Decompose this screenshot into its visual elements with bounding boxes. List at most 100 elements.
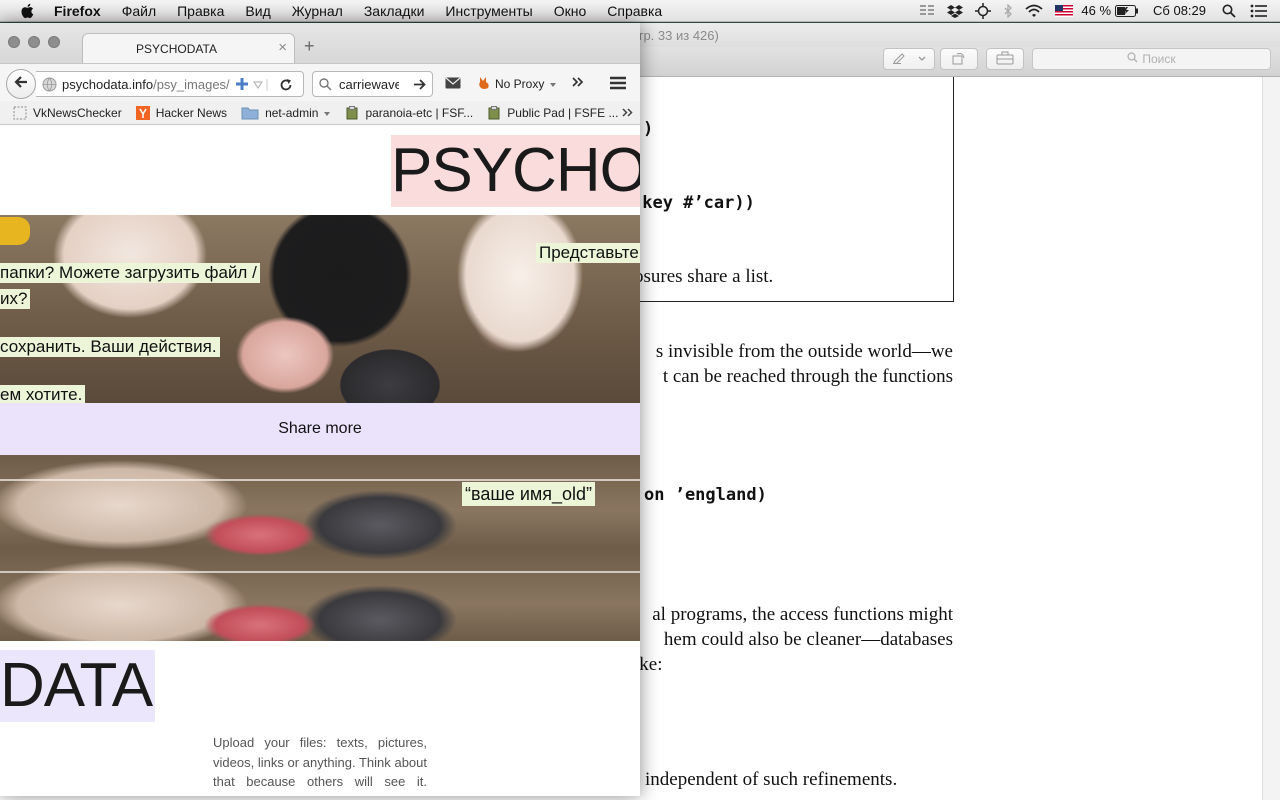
close-window-button[interactable] xyxy=(8,36,20,48)
plus-cross-icon[interactable] xyxy=(235,77,249,91)
menu-view[interactable]: Вид xyxy=(245,0,270,22)
dropbox-icon[interactable] xyxy=(947,0,964,22)
navigation-toolbar: psychodata.info/psy_images/sh carrie xyxy=(0,63,640,101)
zoom-window-button[interactable] xyxy=(48,36,60,48)
url-path: /psy_images/sh xyxy=(153,76,230,92)
menu-app-firefox[interactable]: Firefox xyxy=(54,0,101,22)
overlay-caption[interactable]: сохранить. Ваши действия. xyxy=(0,337,220,357)
stacked-bars-icon[interactable] xyxy=(919,0,935,22)
clipboard-icon xyxy=(487,105,501,120)
logo-psycho[interactable]: PSYCHO xyxy=(391,135,640,207)
bookmark-label: net-admin xyxy=(265,105,319,120)
overlay-caption[interactable]: Представьте xyxy=(536,243,640,263)
bookmark-hacker-news[interactable]: Hacker News xyxy=(135,105,227,120)
pdf-code-line: :key #’car)) xyxy=(632,193,755,213)
bookmark-folder-net-admin[interactable]: net-admin xyxy=(241,106,331,120)
pdf-text-line: independent of such refinements. xyxy=(645,769,898,790)
reload-icon[interactable] xyxy=(279,78,293,92)
rotate-button[interactable] xyxy=(940,48,978,70)
bookmark-star-icon[interactable] xyxy=(266,78,276,92)
menu-bookmarks[interactable]: Закладки xyxy=(364,0,425,22)
menu-edit[interactable]: Правка xyxy=(177,0,224,22)
globe-icon[interactable] xyxy=(42,77,57,92)
search-icon xyxy=(319,78,332,91)
minimize-window-button[interactable] xyxy=(28,36,40,48)
move-cross-icon[interactable] xyxy=(975,0,992,22)
bookmark-paranoia-etc[interactable]: paranoia-etc | FSF... xyxy=(345,105,474,120)
battery-charging-icon[interactable] xyxy=(1115,0,1139,22)
back-arrow-icon xyxy=(14,75,28,94)
web-search-field[interactable]: carriewave va xyxy=(312,71,433,97)
toolbox-icon xyxy=(996,51,1014,68)
bluetooth-icon[interactable] xyxy=(1003,0,1013,22)
overlay-caption[interactable]: ем хотите. xyxy=(0,385,86,403)
bookmarks-overflow-chevron-icon[interactable] xyxy=(621,106,634,122)
pdf-text-line: s invisible from the outside world—we xyxy=(655,341,953,362)
overlay-caption[interactable]: папки? Можете загрузить файл / xyxy=(0,263,260,283)
menubar-clock[interactable]: Сб 08:29 xyxy=(1153,0,1206,22)
kitten-and-cow-photo: “ваше имя_old” xyxy=(0,455,640,641)
tab-psychodata[interactable]: PSYCHODATA × xyxy=(82,33,295,64)
pen-icon xyxy=(892,52,908,67)
dropdown-triangle-icon[interactable] xyxy=(253,81,263,89)
menu-tools[interactable]: Инструменты xyxy=(445,0,532,22)
overlay-caption[interactable]: их? xyxy=(0,289,31,309)
menu-file[interactable]: Файл xyxy=(122,0,156,22)
go-arrow-icon[interactable] xyxy=(413,78,426,91)
bookmark-label: paranoia-etc | FSF... xyxy=(365,105,474,120)
wifi-icon[interactable] xyxy=(1025,0,1043,22)
bookmark-label: Public Pad | FSFE ... xyxy=(507,105,619,120)
chevron-down-icon xyxy=(323,106,331,120)
photo-divider xyxy=(0,571,640,573)
tab-close-icon[interactable]: × xyxy=(278,39,287,56)
share-more-button[interactable]: Share more xyxy=(0,403,640,455)
y-combinator-icon xyxy=(135,105,150,120)
cows-and-kitten-photo: Представьте папки? Можете загрузить файл… xyxy=(0,215,640,403)
pdf-text-line: al programs, the access functions might xyxy=(652,604,953,625)
bookmark-public-pad[interactable]: Public Pad | FSFE ... xyxy=(487,105,619,120)
dashed-page-icon xyxy=(13,106,27,120)
url-host: psychodata.info xyxy=(62,76,154,92)
quote-caption[interactable]: “ваше имя_old” xyxy=(462,482,596,506)
overflow-chevron-icon[interactable] xyxy=(571,75,585,89)
bookmarks-toolbar: VkNewsChecker Hacker News net-admin para… xyxy=(0,101,640,125)
url-bar[interactable]: psychodata.info/psy_images/sh xyxy=(36,71,304,97)
annotate-button[interactable] xyxy=(883,48,935,70)
search-value: carriewave va xyxy=(339,76,399,92)
tab-title: PSYCHODATA xyxy=(136,42,217,56)
pdf-code-line: on ’england) xyxy=(644,485,767,505)
menu-help[interactable]: Справка xyxy=(607,0,662,22)
folder-icon xyxy=(241,106,259,120)
menu-history[interactable]: Журнал xyxy=(292,0,343,22)
search-icon xyxy=(1127,52,1138,66)
us-flag-icon[interactable] xyxy=(1055,0,1074,22)
photo-divider xyxy=(0,479,640,481)
bookmark-vknewschecker[interactable]: VkNewsChecker xyxy=(13,106,122,120)
new-tab-button[interactable]: + xyxy=(304,36,315,57)
bookmark-label: VkNewsChecker xyxy=(33,105,122,120)
intro-text: Upload your files: texts, pictures, vide… xyxy=(213,735,427,796)
pdf-code-line: ) xyxy=(643,119,654,139)
chevron-down-icon xyxy=(918,53,926,65)
viewer-title: стр. 33 из 426) xyxy=(631,28,719,43)
notification-center-icon[interactable] xyxy=(1250,0,1268,22)
hamburger-menu-icon[interactable] xyxy=(609,75,627,91)
logo-data[interactable]: DATA xyxy=(0,650,156,722)
battery-percent: 46 % xyxy=(1081,3,1112,18)
proxy-selector[interactable]: No Proxy xyxy=(478,75,557,93)
apple-menu-icon[interactable] xyxy=(20,3,40,19)
pdf-scrollbar[interactable] xyxy=(1262,77,1280,800)
pdf-text-line: hem could also be cleaner—databases xyxy=(663,629,953,650)
fox-proxy-icon xyxy=(478,75,491,93)
spotlight-search-icon[interactable] xyxy=(1222,0,1236,22)
viewer-search-field[interactable]: Поиск xyxy=(1032,48,1271,70)
chevron-down-icon xyxy=(549,77,557,91)
viewer-search-placeholder: Поиск xyxy=(1142,52,1176,66)
menu-bar: Firefox Файл Правка Вид Журнал Закладки … xyxy=(0,0,1280,22)
proxy-label: No Proxy xyxy=(495,77,545,91)
toolbox-button[interactable] xyxy=(986,48,1024,70)
menu-window[interactable]: Окно xyxy=(554,0,587,22)
back-button[interactable] xyxy=(6,69,36,99)
pdf-text-line: t can be reached through the functions xyxy=(662,366,953,387)
mail-icon[interactable] xyxy=(445,77,461,89)
